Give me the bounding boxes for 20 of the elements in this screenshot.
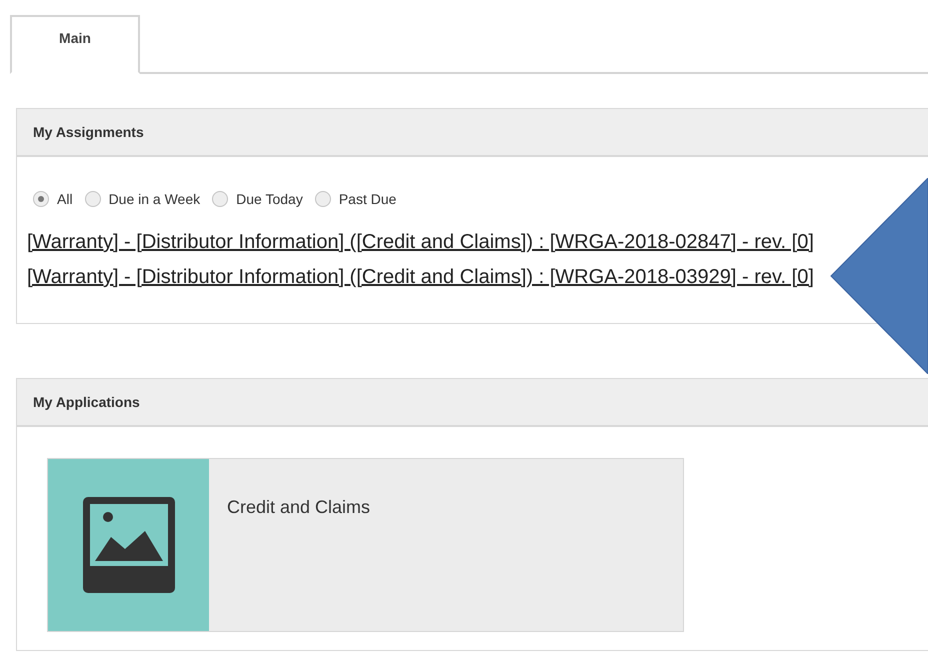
assignment-link[interactable]: [Warranty] - [Distributor Information] ([Credit and Claims]) : [WRGA-2018-03929] - rev. [0]: [27, 266, 814, 289]
image-icon: [82, 497, 174, 593]
radio-label: Due Today: [236, 191, 303, 207]
assignment-link[interactable]: [Warranty] - [Distributor Information] ([Credit and Claims]) : [WRGA-2018-02847] - rev. [0]: [27, 231, 814, 254]
radio-label: All: [57, 191, 73, 207]
tile-label: Credit and Claims: [227, 497, 370, 519]
radio-label: Past Due: [338, 191, 396, 207]
radio-icon[interactable]: [212, 191, 228, 207]
panel-header: My Applications: [17, 379, 928, 427]
filter-radio[interactable]: Past Due: [314, 191, 396, 207]
radio-icon[interactable]: [33, 191, 49, 207]
radio-icon[interactable]: [84, 191, 101, 207]
filter-radio[interactable]: Due Today: [212, 191, 303, 207]
main-tab[interactable]: Main: [10, 15, 140, 74]
panel-header: My Assignments: [17, 109, 928, 157]
filter-radio[interactable]: Due in a Week: [84, 191, 200, 207]
filter-radio[interactable]: All: [33, 191, 73, 207]
radio-label: Due in a Week: [108, 191, 200, 207]
radio-icon[interactable]: [314, 191, 331, 207]
application-tile[interactable]: Credit and Claims: [47, 458, 684, 632]
